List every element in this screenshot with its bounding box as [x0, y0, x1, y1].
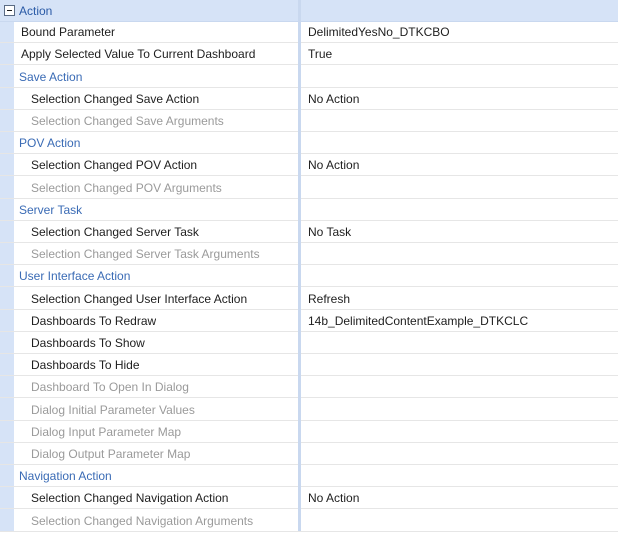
property-value[interactable]: No Task: [308, 221, 351, 243]
property-row[interactable]: Dashboards To Show: [0, 332, 618, 355]
property-name: Selection Changed Save Action: [31, 91, 200, 106]
property-value[interactable]: DelimitedYesNo_DTKCBO: [308, 21, 450, 43]
property-name: Dialog Initial Parameter Values: [31, 402, 195, 417]
property-row[interactable]: Selection Changed Save Arguments: [0, 110, 618, 133]
property-row[interactable]: Bound Parameter DelimitedYesNo_DTKCBO: [0, 21, 618, 44]
section-title: Navigation Action: [19, 469, 112, 484]
column-splitter[interactable]: [298, 0, 301, 531]
property-row[interactable]: Apply Selected Value To Current Dashboar…: [0, 43, 618, 66]
section-title: Server Task: [19, 202, 83, 217]
property-value[interactable]: 14b_DelimitedContentExample_DTKCLC: [308, 310, 528, 332]
property-row[interactable]: Dialog Input Parameter Map: [0, 421, 618, 443]
property-name: Selection Changed Navigation Arguments: [31, 513, 254, 528]
property-row[interactable]: Selection Changed Navigation Action No Ac…: [0, 487, 618, 510]
property-row[interactable]: Selection Changed Save Action No Action: [0, 88, 618, 110]
property-name: Selection Changed POV Arguments: [31, 180, 222, 195]
property-row[interactable]: Dashboards To Hide: [0, 354, 618, 377]
property-value[interactable]: No Action: [308, 154, 359, 176]
property-value[interactable]: No Action: [308, 88, 359, 110]
property-value[interactable]: True: [308, 43, 332, 65]
property-row[interactable]: Dashboard To Open In Dialog: [0, 376, 618, 399]
property-name: Selection Changed User Interface Action: [31, 291, 248, 306]
property-name: Selection Changed Server Task: [31, 224, 199, 239]
property-name: Selection Changed POV Action: [31, 158, 198, 173]
section-header: Server Task: [0, 199, 618, 221]
property-row[interactable]: Selection Changed POV Arguments: [0, 177, 618, 199]
property-row[interactable]: Selection Changed Server Task Arguments: [0, 243, 618, 266]
property-row[interactable]: Selection Changed Navigation Arguments: [0, 510, 618, 532]
property-name: Selection Changed Save Arguments: [31, 113, 224, 128]
section-header: User Interface Action: [0, 265, 618, 288]
property-name: Dashboard To Open In Dialog: [31, 380, 189, 395]
property-row[interactable]: Selection Changed User Interface Action R…: [0, 288, 618, 310]
property-row[interactable]: Selection Changed Server Task No Task: [0, 221, 618, 244]
property-row[interactable]: Dashboards To Redraw 14b_DelimitedContent…: [0, 310, 618, 332]
category-header-action[interactable]: Action: [0, 0, 618, 23]
property-name: Apply Selected Value To Current Dashboar…: [21, 47, 256, 62]
property-name: Dashboards To Hide: [31, 358, 140, 373]
section-title: Save Action: [19, 69, 83, 84]
property-name: Selection Changed Navigation Action: [31, 491, 229, 506]
section-header: Navigation Action: [0, 465, 618, 488]
category-title: Action: [19, 4, 53, 18]
collapse-toggle-icon[interactable]: [4, 5, 15, 16]
property-name: Dialog Input Parameter Map: [31, 424, 182, 439]
property-value[interactable]: Refresh: [308, 288, 350, 310]
property-name: Bound Parameter: [21, 25, 116, 40]
property-row[interactable]: Selection Changed POV Action No Action: [0, 154, 618, 177]
section-header: POV Action: [0, 132, 618, 155]
section-header: Save Action: [0, 66, 618, 88]
property-name: Selection Changed Server Task Arguments: [31, 247, 260, 262]
property-row[interactable]: Dialog Initial Parameter Values: [0, 399, 618, 421]
property-name: Dialog Output Parameter Map: [31, 446, 191, 461]
property-row[interactable]: Dialog Output Parameter Map: [0, 443, 618, 466]
property-grid: Action Bound Parameter DelimitedYesNo_DTK…: [0, 0, 618, 534]
property-name: Dashboards To Redraw: [31, 313, 157, 328]
property-name: Dashboards To Show: [31, 335, 145, 350]
property-value[interactable]: No Action: [308, 487, 359, 509]
section-title: User Interface Action: [19, 269, 131, 284]
section-title: POV Action: [19, 136, 81, 151]
